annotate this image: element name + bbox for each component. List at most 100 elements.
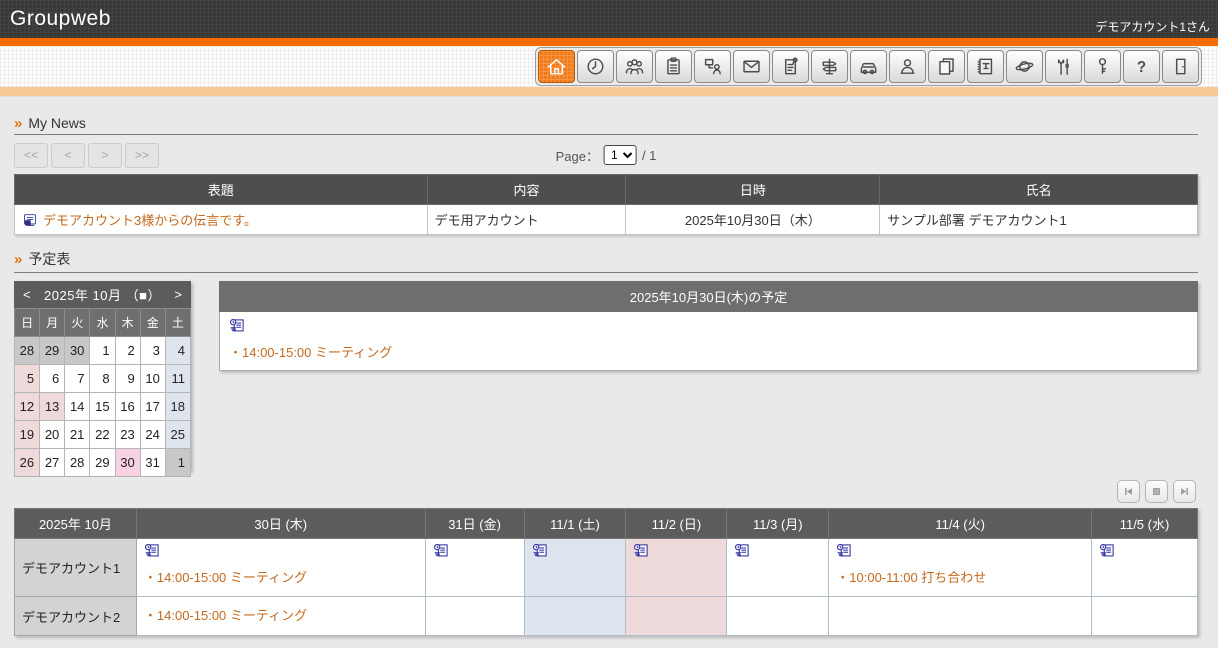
schedule-cell[interactable] (626, 597, 727, 636)
member-name: デモアカウント1 (15, 539, 137, 597)
calendar-day[interactable]: 9 (115, 365, 140, 393)
calendar-day[interactable]: 28 (65, 449, 90, 477)
calendar-day[interactable]: 25 (165, 421, 190, 449)
calendar-header: < 2025年 10月 （■） > (14, 281, 191, 308)
tools-button[interactable] (1045, 50, 1082, 83)
signpost-button[interactable] (811, 50, 848, 83)
next-page-button[interactable]: > (88, 143, 122, 168)
event-link[interactable]: ・14:00-15:00 ミーティング (144, 570, 307, 585)
calendar-day[interactable]: 18 (165, 393, 190, 421)
clipboard-button[interactable] (655, 50, 692, 83)
calendar-day[interactable]: 27 (40, 449, 65, 477)
schedule-cell[interactable] (524, 597, 626, 636)
schedule-entry-icon[interactable] (532, 542, 549, 559)
stop-button[interactable] (1145, 480, 1168, 503)
next-month-button[interactable]: > (165, 287, 191, 302)
calendar-day[interactable]: 22 (90, 421, 115, 449)
calendar-day[interactable]: 20 (40, 421, 65, 449)
calendar-day[interactable]: 24 (140, 421, 165, 449)
schedule-entry-icon[interactable] (1099, 542, 1116, 559)
calendar-day[interactable]: 2 (115, 337, 140, 365)
calendar-day[interactable]: 29 (40, 337, 65, 365)
news-subject-link[interactable]: デモアカウント3様からの伝言です。 (43, 213, 257, 228)
calendar-day[interactable]: 30 (115, 449, 140, 477)
calendar-day[interactable]: 12 (15, 393, 40, 421)
mail-button[interactable] (733, 50, 770, 83)
schedule-cell[interactable] (1092, 597, 1198, 636)
group-button[interactable] (616, 50, 653, 83)
weekday-tue: 火 (65, 309, 90, 337)
calendar-day[interactable]: 1 (165, 449, 190, 477)
schedule-entry-icon[interactable] (144, 542, 161, 559)
news-row: デモアカウント3様からの伝言です。デモ用アカウント2025年10月30日（木）サ… (15, 205, 1198, 235)
calendar-day[interactable]: 26 (15, 449, 40, 477)
news-content-cell: デモ用アカウント (427, 205, 626, 235)
step-backward-button[interactable] (1117, 480, 1140, 503)
calendar-day[interactable]: 30 (65, 337, 90, 365)
schedule-cell[interactable] (626, 539, 727, 597)
copies-button[interactable] (928, 50, 965, 83)
planet-button[interactable] (1006, 50, 1043, 83)
schedule-entry-icon[interactable] (229, 317, 246, 334)
schedule-entry-icon[interactable] (836, 542, 853, 559)
event-link[interactable]: ・14:00-15:00 ミーティング (144, 608, 307, 623)
schedule-cell[interactable] (524, 539, 626, 597)
schedule-cell[interactable] (425, 539, 524, 597)
calendar-day[interactable]: 10 (140, 365, 165, 393)
message-board-button[interactable] (694, 50, 731, 83)
month-view-link[interactable]: （■） (126, 288, 161, 303)
event-link[interactable]: ・10:00-11:00 打ち合わせ (836, 570, 986, 585)
schedule-top-row: < 2025年 10月 （■） > 日 月 火 水 木 金 土 (14, 281, 1198, 471)
schedule-cell[interactable]: ・14:00-15:00 ミーティング (136, 539, 425, 597)
schedule-cell[interactable] (1092, 539, 1198, 597)
calendar-day[interactable]: 29 (90, 449, 115, 477)
memo-button[interactable] (772, 50, 809, 83)
key-button[interactable] (1084, 50, 1121, 83)
prev-page-button[interactable]: < (51, 143, 85, 168)
calendar-day[interactable]: 6 (40, 365, 65, 393)
calendar-day[interactable]: 23 (115, 421, 140, 449)
calendar-day[interactable]: 3 (140, 337, 165, 365)
schedule-cell[interactable]: ・10:00-11:00 打ち合わせ (829, 539, 1092, 597)
calendar-day[interactable]: 15 (90, 393, 115, 421)
calendar-day[interactable]: 21 (65, 421, 90, 449)
last-page-button[interactable]: >> (125, 143, 159, 168)
calendar-day[interactable]: 17 (140, 393, 165, 421)
calendar-day[interactable]: 5 (15, 365, 40, 393)
calendar-day[interactable]: 14 (65, 393, 90, 421)
calendar-day[interactable]: 8 (90, 365, 115, 393)
stop-icon (1149, 484, 1164, 499)
calendar-day[interactable]: 11 (165, 365, 190, 393)
clock-button[interactable] (577, 50, 614, 83)
schedule-entry-icon[interactable] (633, 542, 650, 559)
schedule-entry-icon[interactable] (433, 542, 450, 559)
door-button[interactable] (1162, 50, 1199, 83)
calendar-day[interactable]: 16 (115, 393, 140, 421)
question-button[interactable]: ? (1123, 50, 1160, 83)
notebook-button[interactable] (967, 50, 1004, 83)
first-page-button[interactable]: << (14, 143, 48, 168)
schedule-cell[interactable] (727, 597, 829, 636)
schedule-cell[interactable] (829, 597, 1092, 636)
calendar-day[interactable]: 13 (40, 393, 65, 421)
schedule-cell[interactable]: ・14:00-15:00 ミーティング (136, 597, 425, 636)
car-button[interactable] (850, 50, 887, 83)
news-col-name: 氏名 (880, 175, 1198, 205)
schedule-entry-icon[interactable] (734, 542, 751, 559)
calendar-day[interactable]: 19 (15, 421, 40, 449)
calendar-day[interactable]: 1 (90, 337, 115, 365)
calendar-day[interactable]: 31 (140, 449, 165, 477)
prev-month-button[interactable]: < (14, 287, 40, 302)
calendar-day[interactable]: 28 (15, 337, 40, 365)
app-logo: Groupweb (0, 7, 111, 31)
home-button[interactable] (538, 50, 575, 83)
calendar-day[interactable]: 7 (65, 365, 90, 393)
event-link[interactable]: ・14:00-15:00 ミーティング (229, 345, 392, 360)
step-forward-button[interactable] (1173, 480, 1196, 503)
schedule-cell[interactable] (425, 597, 524, 636)
schedule-cell[interactable] (727, 539, 829, 597)
calendar-day[interactable]: 4 (165, 337, 190, 365)
person-button[interactable] (889, 50, 926, 83)
member-name: デモアカウント2 (15, 597, 137, 636)
page-select[interactable]: 1 (604, 145, 637, 165)
